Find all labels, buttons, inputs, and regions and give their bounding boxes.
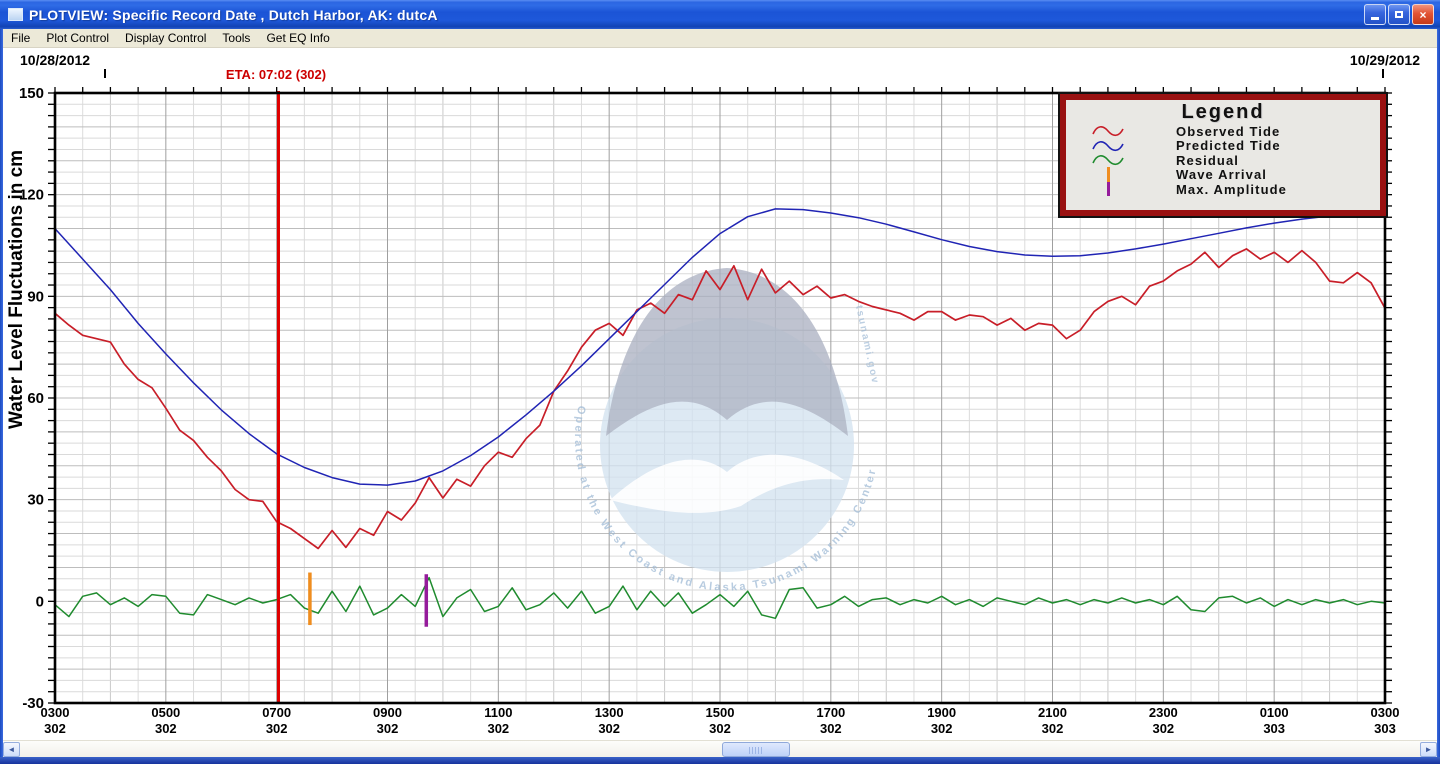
maximize-button[interactable] — [1388, 4, 1410, 25]
y-tick-label: 0 — [36, 593, 44, 610]
x-tick-label: 1100 — [484, 705, 512, 720]
date-tick-right — [1382, 69, 1384, 78]
x-tick-day-label: 303 — [1374, 721, 1396, 736]
legend-row-wave-arrival: Wave Arrival — [1066, 166, 1380, 183]
x-tick-label: 1700 — [816, 705, 845, 720]
scrollbar-grip — [749, 747, 763, 754]
y-tick-label: 60 — [27, 390, 44, 407]
legend-label: Max. Amplitude — [1176, 181, 1287, 197]
scroll-left-button[interactable]: ◄ — [3, 742, 20, 757]
x-tick-label: 0300 — [41, 705, 70, 720]
svg-text:tsunami.gov: tsunami.gov — [853, 304, 881, 385]
event-markers — [276, 91, 429, 703]
x-tick-label: 1900 — [927, 705, 956, 720]
x-tick-label: 0100 — [1260, 705, 1289, 720]
menu-item-display-control[interactable]: Display Control — [117, 29, 214, 47]
minimize-button[interactable] — [1364, 4, 1386, 25]
x-tick-label: 0500 — [151, 705, 180, 720]
minimize-icon — [1371, 17, 1379, 20]
legend-row-max-amplitude: Max. Amplitude — [1066, 182, 1380, 197]
y-tick-label: 90 — [27, 288, 44, 305]
menu-item-tools[interactable]: Tools — [214, 29, 258, 47]
menu-item-plot-control[interactable]: Plot Control — [38, 29, 117, 47]
menu-item-file[interactable]: File — [3, 29, 38, 47]
y-tick-label: 150 — [19, 85, 44, 102]
max-amplitude-legend-icon — [1090, 182, 1126, 197]
title-bar: PLOTVIEW: Specific Record Date , Dutch H… — [0, 0, 1440, 29]
plotview-window: PLOTVIEW: Specific Record Date , Dutch H… — [0, 0, 1440, 764]
x-tick-label: 0700 — [262, 705, 291, 720]
x-tick-day-label: 302 — [931, 721, 953, 736]
x-tick-label: 1500 — [706, 705, 735, 720]
x-tick-day-label: 302 — [377, 721, 399, 736]
x-tick-day-label: 302 — [1042, 721, 1064, 736]
scroll-right-icon: ► — [1424, 745, 1433, 754]
close-icon: × — [1419, 7, 1427, 22]
app-icon — [8, 8, 23, 21]
eta-label: ETA: 07:02 (302) — [225, 67, 327, 82]
close-button[interactable]: × — [1412, 4, 1434, 25]
legend-label: Predicted Tide — [1176, 138, 1281, 154]
scroll-left-icon: ◄ — [7, 745, 16, 754]
x-tick-label: 2300 — [1149, 705, 1178, 720]
x-tick-label: 0300 — [1371, 705, 1400, 720]
legend-label: Wave Arrival — [1176, 167, 1267, 183]
noaa-watermark: Operated at the West Coast and Alaska Ts… — [572, 268, 881, 594]
scrollbar-thumb[interactable] — [722, 742, 790, 757]
x-tick-day-label: 302 — [1152, 721, 1174, 736]
x-tick-label: 0900 — [373, 705, 402, 720]
x-tick-day-label: 302 — [709, 721, 731, 736]
legend-row-residual: Residual — [1066, 153, 1380, 168]
x-tick-day-label: 302 — [44, 721, 66, 736]
scroll-right-button[interactable]: ► — [1420, 742, 1437, 757]
window-title: PLOTVIEW: Specific Record Date , Dutch H… — [29, 6, 438, 23]
x-tick-day-label: 302 — [487, 721, 509, 736]
window-border-bottom — [0, 757, 1440, 764]
date-label-left: 10/28/2012 — [20, 52, 91, 68]
plot-content: Operated at the West Coast and Alaska Ts… — [3, 48, 1437, 740]
maximize-icon — [1395, 11, 1403, 18]
legend-title: Legend — [1181, 101, 1265, 123]
x-tick-day-label: 302 — [155, 721, 177, 736]
y-axis-title: Water Level Fluctuations in cm — [6, 149, 27, 429]
x-tick-day-label: 303 — [1263, 721, 1285, 736]
wave-arrival-legend-icon — [1090, 166, 1126, 183]
menu-item-get-eq-info[interactable]: Get EQ Info — [258, 29, 337, 47]
legend-label: Residual — [1176, 152, 1239, 168]
date-tick-left — [104, 69, 106, 78]
x-tick-label: 1300 — [595, 705, 624, 720]
y-tick-label: 30 — [27, 492, 44, 509]
date-label-right: 10/29/2012 — [1349, 52, 1420, 68]
x-tick-day-label: 302 — [820, 721, 842, 736]
legend-label: Observed Tide — [1176, 123, 1281, 139]
horizontal-scrollbar[interactable]: ◄ ► — [3, 740, 1437, 757]
x-tick-day-label: 302 — [266, 721, 288, 736]
x-tick-label: 2100 — [1038, 705, 1067, 720]
x-tick-day-label: 302 — [598, 721, 620, 736]
legend-box: Legend Observed Tide Predicted Tide Resi… — [1060, 94, 1386, 216]
menu-bar: File Plot Control Display Control Tools … — [3, 29, 1437, 48]
